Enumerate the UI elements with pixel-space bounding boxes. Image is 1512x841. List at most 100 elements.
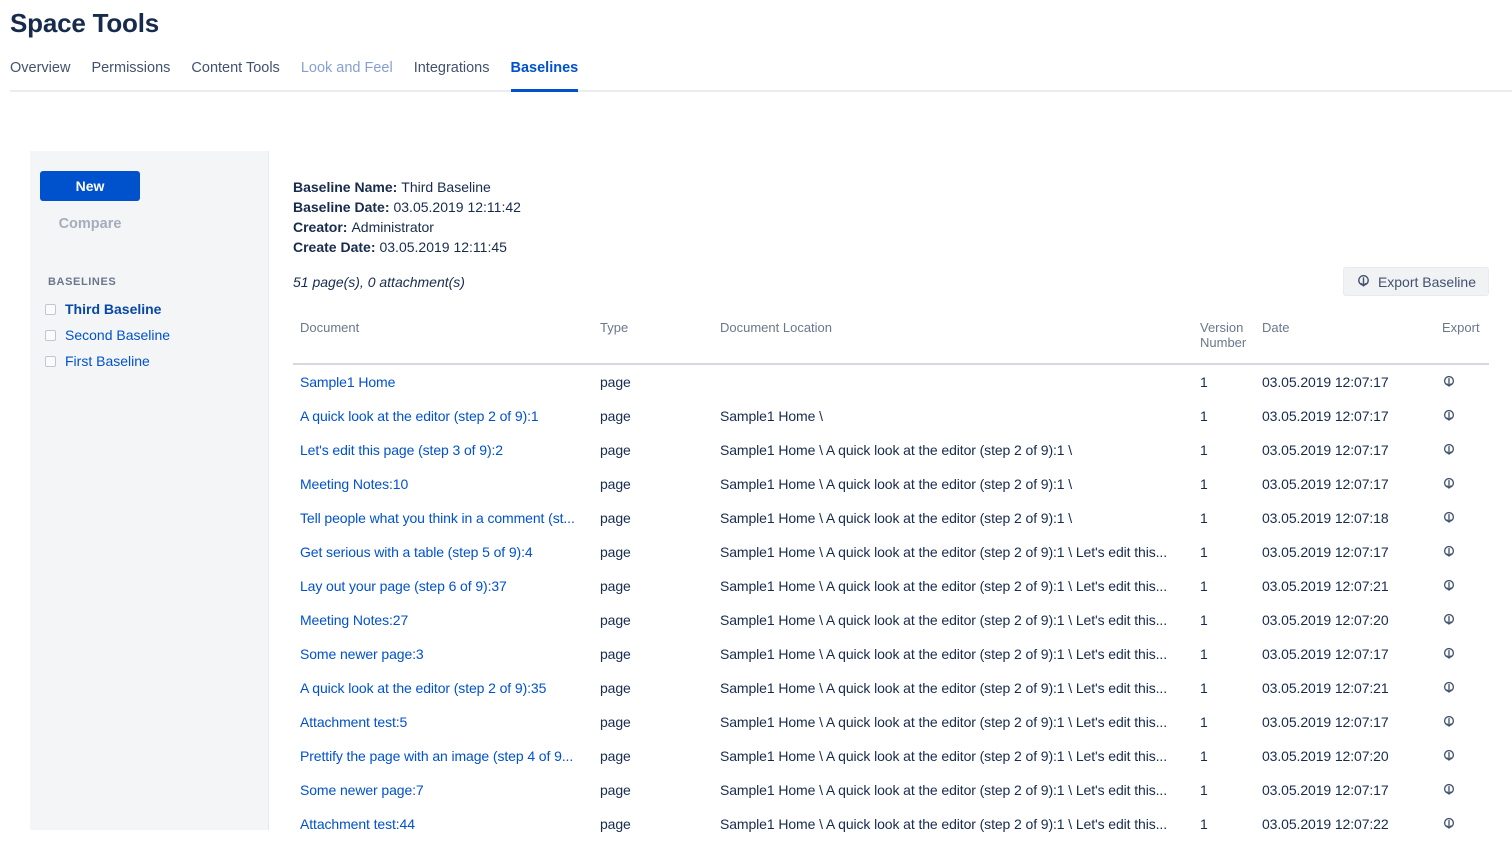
document-link[interactable]: Get serious with a table (step 5 of 9):4 [300, 544, 533, 560]
document-link[interactable]: Meeting Notes:27 [300, 612, 408, 628]
version-number: 1 [1193, 680, 1255, 696]
export-baseline-button[interactable]: Export Baseline [1343, 267, 1489, 296]
document-type: page [593, 612, 713, 628]
baseline-link[interactable]: Second Baseline [65, 327, 170, 343]
document-location: Sample1 Home \ [713, 408, 1193, 424]
export-document-icon[interactable] [1442, 577, 1456, 593]
sidebar: New Compare BASELINES Third Baseline Sec… [30, 151, 269, 830]
document-location: Sample1 Home \ A quick look at the edito… [713, 646, 1193, 662]
tab[interactable]: Integrations [414, 60, 490, 92]
export-document-icon[interactable] [1442, 441, 1456, 457]
version-number: 1 [1193, 816, 1255, 832]
document-link[interactable]: Attachment test:5 [300, 714, 407, 730]
tab[interactable]: Content Tools [191, 60, 279, 92]
baseline-checkbox[interactable] [45, 330, 56, 341]
document-link[interactable]: Meeting Notes:10 [300, 476, 408, 492]
space-tools-tabs: Overview Permissions Content Tools Look … [10, 60, 1512, 92]
document-type: page [593, 748, 713, 764]
table-row: Prettify the page with an image (step 4 … [293, 739, 1489, 773]
baseline-list: Third Baseline Second Baseline First Bas… [30, 296, 268, 374]
export-document-icon[interactable] [1442, 713, 1456, 729]
document-date: 03.05.2019 12:07:17 [1255, 476, 1435, 492]
document-type: page [593, 680, 713, 696]
document-link[interactable]: Tell people what you think in a comment … [300, 510, 575, 526]
column-header-version: Version Number [1193, 320, 1255, 350]
detail-label: Creator: [293, 219, 347, 235]
page-title: Space Tools [10, 0, 1512, 39]
export-document-icon[interactable] [1442, 373, 1456, 389]
document-link[interactable]: Some newer page:7 [300, 782, 424, 798]
baseline-detail-panel: Baseline Name:Third Baseline Baseline Da… [269, 151, 1512, 830]
export-document-icon[interactable] [1442, 679, 1456, 695]
document-date: 03.05.2019 12:07:17 [1255, 442, 1435, 458]
column-header-location: Document Location [713, 320, 1193, 350]
detail-line: Create Date:03.05.2019 12:11:45 [293, 237, 1489, 257]
document-date: 03.05.2019 12:07:20 [1255, 748, 1435, 764]
export-document-icon[interactable] [1442, 543, 1456, 559]
document-type: page [593, 646, 713, 662]
document-link[interactable]: Let's edit this page (step 3 of 9):2 [300, 442, 503, 458]
content-area: New Compare BASELINES Third Baseline Sec… [0, 151, 1512, 830]
baseline-link[interactable]: First Baseline [65, 353, 150, 369]
detail-value: 03.05.2019 12:11:42 [393, 199, 520, 215]
version-number: 1 [1193, 476, 1255, 492]
baseline-checkbox[interactable] [45, 356, 56, 367]
export-document-icon[interactable] [1442, 645, 1456, 661]
version-number: 1 [1193, 612, 1255, 628]
detail-value: Third Baseline [401, 179, 491, 195]
document-link[interactable]: Sample1 Home [300, 374, 395, 390]
document-link[interactable]: Prettify the page with an image (step 4 … [300, 748, 573, 764]
export-document-icon[interactable] [1442, 611, 1456, 627]
document-location: Sample1 Home \ A quick look at the edito… [713, 816, 1193, 832]
document-date: 03.05.2019 12:07:17 [1255, 544, 1435, 560]
document-link[interactable]: A quick look at the editor (step 2 of 9)… [300, 680, 546, 696]
detail-line: Creator:Administrator [293, 217, 1489, 237]
tab[interactable]: Permissions [91, 60, 170, 92]
export-baseline-label: Export Baseline [1378, 274, 1476, 290]
document-date: 03.05.2019 12:07:17 [1255, 782, 1435, 798]
page-count-summary: 51 page(s), 0 attachment(s) [293, 274, 465, 290]
table-row: Tell people what you think in a comment … [293, 501, 1489, 535]
table-row: A quick look at the editor (step 2 of 9)… [293, 671, 1489, 705]
document-location: Sample1 Home \ A quick look at the edito… [713, 544, 1193, 560]
export-document-icon[interactable] [1442, 747, 1456, 763]
version-number: 1 [1193, 544, 1255, 560]
document-type: page [593, 374, 713, 390]
document-type: page [593, 714, 713, 730]
export-document-icon[interactable] [1442, 781, 1456, 797]
document-type: page [593, 442, 713, 458]
export-document-icon[interactable] [1442, 815, 1456, 831]
compare-button[interactable]: Compare [40, 216, 140, 232]
document-link[interactable]: A quick look at the editor (step 2 of 9)… [300, 408, 539, 424]
version-number: 1 [1193, 374, 1255, 390]
document-date: 03.05.2019 12:07:17 [1255, 408, 1435, 424]
export-document-icon[interactable] [1442, 407, 1456, 423]
document-date: 03.05.2019 12:07:18 [1255, 510, 1435, 526]
document-location: Sample1 Home \ A quick look at the edito… [713, 578, 1193, 594]
document-type: page [593, 408, 713, 424]
baseline-checkbox[interactable] [45, 304, 56, 315]
version-number: 1 [1193, 510, 1255, 526]
document-date: 03.05.2019 12:07:17 [1255, 714, 1435, 730]
detail-label: Baseline Date: [293, 199, 389, 215]
new-button[interactable]: New [40, 171, 140, 201]
document-link[interactable]: Lay out your page (step 6 of 9):37 [300, 578, 507, 594]
document-date: 03.05.2019 12:07:17 [1255, 374, 1435, 390]
baseline-details: Baseline Name:Third Baseline Baseline Da… [293, 177, 1489, 257]
detail-value: 03.05.2019 12:11:45 [379, 239, 506, 255]
version-number: 1 [1193, 646, 1255, 662]
tab[interactable]: Look and Feel [301, 60, 393, 92]
baseline-list-item: Third Baseline [30, 296, 268, 322]
export-document-icon[interactable] [1442, 475, 1456, 491]
version-number: 1 [1193, 714, 1255, 730]
document-date: 03.05.2019 12:07:20 [1255, 612, 1435, 628]
document-link[interactable]: Some newer page:3 [300, 646, 424, 662]
export-document-icon[interactable] [1442, 509, 1456, 525]
table-row: Sample1 Home page 1 03.05.2019 12:07:17 [293, 365, 1489, 399]
document-link[interactable]: Attachment test:44 [300, 816, 415, 832]
baseline-link[interactable]: Third Baseline [65, 301, 161, 317]
tab[interactable]: Baselines [511, 60, 579, 92]
column-header-document: Document [293, 320, 593, 350]
document-type: page [593, 578, 713, 594]
tab[interactable]: Overview [10, 60, 70, 92]
